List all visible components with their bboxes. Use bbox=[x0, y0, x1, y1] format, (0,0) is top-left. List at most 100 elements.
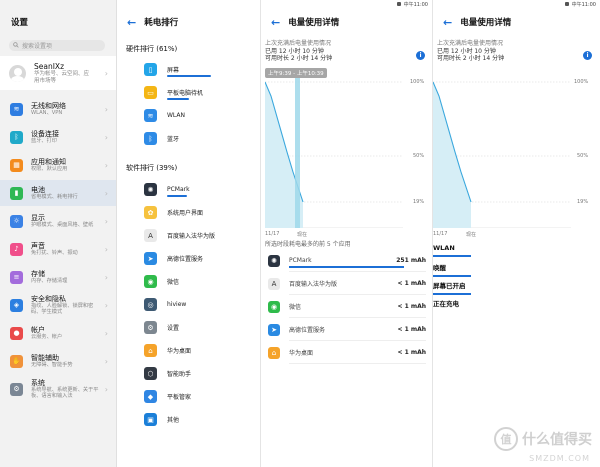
avatar bbox=[9, 64, 26, 82]
usage-value: 251 mAh bbox=[396, 257, 426, 264]
app-name: 华为桌面 bbox=[167, 348, 192, 355]
state-bar bbox=[433, 255, 471, 257]
app-row-screen[interactable]: ▯ 屏幕 bbox=[117, 58, 260, 81]
app-row-manager[interactable]: ◆ 平板管家 bbox=[117, 385, 260, 408]
menu-item-account[interactable]: ● 帐户 云服务、帐户 › bbox=[0, 320, 116, 346]
usage-line-1: 上次充满后电量使用情况 bbox=[437, 40, 504, 47]
x-label-end: 现在 bbox=[297, 232, 308, 238]
app-row-home[interactable]: ⌂ 华为桌面 bbox=[117, 339, 260, 362]
time-range-chip[interactable]: 上午9:39 - 上午10:39 bbox=[265, 68, 327, 78]
menu-item-shield[interactable]: ◈ 安全和隐私 指纹、人脸解锁、锁屏和密码、学生模式 › bbox=[0, 292, 116, 318]
usage-row-baidu-ime[interactable]: A 百度输入法华为版 < 1 mAh bbox=[264, 272, 426, 295]
usage-line-2: 已用 12 小时 10 分钟 bbox=[265, 47, 324, 55]
chevron-right-icon: › bbox=[104, 68, 108, 78]
usage-bar bbox=[167, 98, 190, 100]
usage-app-name: 高德位置服务 bbox=[289, 327, 326, 334]
menu-item-title: 电池 bbox=[31, 185, 45, 194]
chevron-right-icon: › bbox=[104, 384, 108, 394]
app-row-system-ui[interactable]: ✿ 系统用户界面 bbox=[117, 201, 260, 224]
state-label: 屏幕已开启 bbox=[433, 282, 466, 290]
menu-item-apps[interactable]: ▦ 应用和通知 权限、默认应用 › bbox=[0, 152, 116, 178]
state-bar bbox=[433, 293, 471, 295]
back-arrow-icon[interactable]: ← bbox=[271, 16, 280, 29]
row-divider bbox=[289, 363, 426, 364]
usage-value: < 1 mAh bbox=[397, 303, 426, 310]
usage-app-name: 百度输入法华为版 bbox=[289, 281, 338, 288]
menu-item-sub: 系统导航、系统更新、关于平板、语言和输入法 bbox=[31, 386, 99, 400]
battery-chart-area bbox=[433, 82, 471, 228]
system-icon: ⚙ bbox=[10, 382, 23, 396]
x-label-start: 11/17 bbox=[433, 231, 448, 237]
selected-range-band[interactable] bbox=[295, 78, 300, 228]
y-label-mid: 50% bbox=[413, 153, 425, 159]
hiview-icon: ◎ bbox=[144, 298, 157, 311]
usage-bar bbox=[167, 195, 187, 197]
shield-icon: ◈ bbox=[10, 298, 23, 312]
menu-item-sub: 省电模式、耗电排行 bbox=[31, 193, 78, 200]
menu-item-title: 系统 bbox=[31, 378, 45, 387]
menu-item-storage[interactable]: ≡ 存储 内存、存储清理 › bbox=[0, 264, 116, 290]
battery-chart[interactable] bbox=[433, 78, 571, 228]
app-row-pcmark[interactable]: ✺ PCMark bbox=[117, 178, 260, 201]
tablet-standby-icon: ▭ bbox=[144, 86, 157, 99]
app-row-bluetooth[interactable]: ᛒ 蓝牙 bbox=[117, 127, 260, 150]
app-name: 高德位置服务 bbox=[167, 256, 204, 263]
menu-item-text: 显示 护眼模式、桌面风格、壁纸 bbox=[31, 214, 116, 229]
details-header: ← 电量使用详情 bbox=[261, 12, 432, 32]
status-bar: 中午11:00 bbox=[564, 0, 596, 8]
usage-row-home[interactable]: ⌂ 华为桌面 < 1 mAh bbox=[264, 341, 426, 364]
screen-icon: ▯ bbox=[144, 63, 157, 76]
battery-chart[interactable] bbox=[265, 78, 403, 228]
y-label-mid: 50% bbox=[577, 153, 589, 159]
menu-item-display[interactable]: ☼ 显示 护眼模式、桌面风格、壁纸 › bbox=[0, 208, 116, 234]
app-row-hiview[interactable]: ◎ hiview bbox=[117, 293, 260, 316]
usage-row-pcmark[interactable]: ✺ PCMark 251 mAh bbox=[264, 249, 426, 272]
menu-item-bluetooth[interactable]: ᛒ 设备连接 蓝牙、打印 › bbox=[0, 124, 116, 150]
menu-item-system[interactable]: ⚙ 系统 系统导航、系统更新、关于平板、语言和输入法 › bbox=[0, 376, 116, 402]
details-header: ← 电量使用详情 bbox=[433, 12, 600, 32]
status-time: 中午11:00 bbox=[403, 1, 428, 8]
watermark: 值 什么值得买 bbox=[494, 427, 592, 451]
app-row-wechat[interactable]: ◉ 微信 bbox=[117, 270, 260, 293]
profile-sub: 华为帐号、云空间、应用市场等 bbox=[34, 70, 90, 84]
profile-card[interactable]: SeanIXz 华为帐号、云空间、应用市场等 › bbox=[0, 56, 116, 90]
ranking-title: 耗电排行 bbox=[144, 18, 179, 28]
app-row-baidu-ime[interactable]: A 百度输入法华为版 bbox=[117, 224, 260, 247]
search-input[interactable]: 搜索设置项 bbox=[9, 40, 105, 51]
app-name: 智能助手 bbox=[167, 371, 192, 378]
app-name: 微信 bbox=[167, 279, 180, 286]
menu-item-title: 设备连接 bbox=[31, 129, 59, 138]
app-row-location[interactable]: ➤ 高德位置服务 bbox=[117, 247, 260, 270]
back-arrow-icon[interactable]: ← bbox=[443, 16, 452, 29]
hardware-section-title: 硬件排行 (61%) bbox=[126, 45, 178, 53]
wifi-status-icon bbox=[564, 2, 569, 6]
menu-item-text: 设备连接 蓝牙、打印 bbox=[31, 130, 116, 145]
wechat-icon: ◉ bbox=[144, 275, 157, 288]
app-name: 平板管家 bbox=[167, 394, 192, 401]
usage-row-location[interactable]: ➤ 高德位置服务 < 1 mAh bbox=[264, 318, 426, 341]
menu-item-battery[interactable]: ▮ 电池 省电模式、耗电排行 › bbox=[0, 180, 116, 206]
menu-item-wifi[interactable]: ≋ 无线和网络 WLAN、VPN › bbox=[0, 96, 116, 122]
menu-item-text: 帐户 云服务、帐户 bbox=[31, 326, 116, 341]
battery-icon: ▮ bbox=[10, 186, 23, 200]
info-icon[interactable]: i bbox=[583, 51, 592, 60]
assistant-icon: ⬡ bbox=[144, 367, 157, 380]
usage-app-name: 微信 bbox=[289, 304, 302, 311]
app-row-assistant[interactable]: ⬡ 智能助手 bbox=[117, 362, 260, 385]
info-icon[interactable]: i bbox=[416, 51, 425, 60]
app-row-tablet-standby[interactable]: ▭ 平板电脑待机 bbox=[117, 81, 260, 104]
back-arrow-icon[interactable]: ← bbox=[127, 16, 136, 29]
usage-summary: 上次充满后电量使用情况 已用 12 小时 10 分钟 可用时长 2 小时 14 … bbox=[265, 40, 332, 63]
app-name: 百度输入法华为版 bbox=[167, 233, 216, 240]
menu-item-sound[interactable]: ♪ 声音 免打扰、铃声、振动 › bbox=[0, 236, 116, 262]
menu-item-hand[interactable]: ✋ 智能辅助 无障碍、智能手势 › bbox=[0, 348, 116, 374]
app-name: 系统用户界面 bbox=[167, 210, 204, 217]
app-row-other[interactable]: ▣ 其他 bbox=[117, 408, 260, 431]
wifi-status-icon bbox=[396, 2, 401, 6]
app-row-settings[interactable]: ⚙ 设置 bbox=[117, 316, 260, 339]
chevron-right-icon: › bbox=[104, 188, 108, 198]
usage-row-wechat[interactable]: ◉ 微信 < 1 mAh bbox=[264, 295, 426, 318]
menu-item-title: 帐户 bbox=[31, 325, 45, 334]
system-ui-icon: ✿ bbox=[144, 206, 157, 219]
app-row-wifi[interactable]: ≋ WLAN bbox=[117, 104, 260, 127]
